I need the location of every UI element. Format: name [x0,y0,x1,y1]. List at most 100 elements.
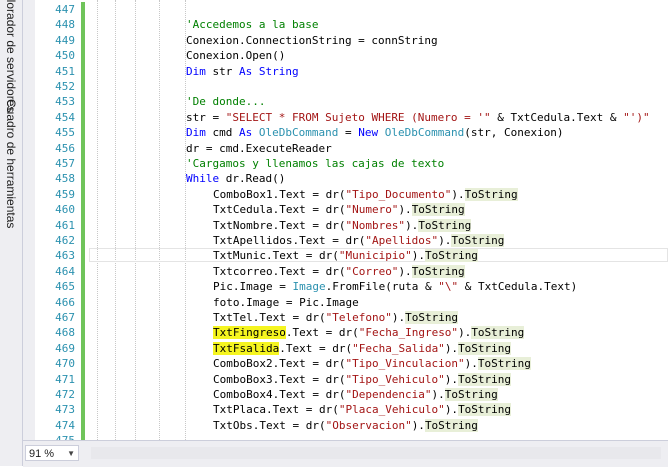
code-line[interactable]: 456 dr = cmd.ExecuteReader [35,140,668,156]
code-token: "Apellidos" [365,234,439,247]
zoom-dropdown[interactable]: 91 % ▼ [25,445,79,461]
line-number: 472 [55,388,75,401]
code-token: 'Cargamos y llenamos las cajas de texto [186,157,445,170]
code-text: 'De donde... [186,94,265,109]
code-line[interactable]: 474 TxtObs.Text = dr("Observacion").ToStr… [35,417,668,434]
code-line[interactable]: 454 str = "SELECT * FROM Sujeto WHERE (Nu… [35,109,668,126]
code-line[interactable]: 451 Dim str As String [35,63,668,79]
line-number: 470 [55,357,75,371]
line-number: 466 [55,295,75,309]
code-line[interactable]: 452 [35,79,668,95]
change-marker [81,387,85,403]
code-token: ). [398,264,412,278]
code-token: TxtObs.Text = dr( [213,418,326,432]
code-line[interactable]: 466 foto.Image = Pic.Image [35,294,668,310]
code-token: "Placa_Vehiculo" [338,403,445,417]
code-token: 'Accedemos a la base [186,18,319,32]
line-number: 457 [55,157,75,170]
code-text: TxtFingreso.Text = dr("Fecha_Ingreso").T… [213,325,525,340]
code-line[interactable]: 464 Txtcorreo.Text = dr("Correo").ToStrin… [35,263,668,280]
code-line[interactable]: 459 ComboBox1.Text = dr("Tipo_Documento")… [35,186,668,203]
code-token: (str, Conexion) [464,126,564,140]
code-line[interactable]: 463 TxtMunic.Text = dr("Municipio").ToStr… [35,248,668,264]
change-marker [81,63,85,79]
code-line[interactable]: 449 Conexion.ConnectionString = connStrin… [35,32,668,49]
code-token: "Observacion" [325,418,412,432]
code-token: ToString [458,403,512,417]
code-line[interactable]: 458 While dr.Read() [35,171,668,187]
server-explorer-tab[interactable]: Explorador de servidores [0,0,22,113]
change-marker [81,171,85,187]
line-number: 453 [55,95,75,109]
code-line[interactable]: 448 'Accedemos a la base [35,17,668,33]
code-line[interactable]: 467 TxtTel.Text = dr("Telefono").ToString [35,310,668,326]
code-line[interactable]: 472 ComboBox4.Text = dr("Dependencia").To… [35,387,668,403]
code-line[interactable]: 450 Conexion.Open() [35,48,668,64]
code-line[interactable]: 455 Dim cmd As OleDbCommand = New OleDbCo… [35,125,668,141]
line-number: 450 [55,49,75,63]
change-marker [81,294,85,310]
code-line[interactable]: 453 'De donde... [35,94,668,110]
code-token: ). [444,403,459,417]
code-token: ). [405,218,419,232]
code-token: .FromFile(ruta & [325,280,439,294]
change-marker [81,32,85,49]
code-line[interactable]: 469 TxtFsalida.Text = dr("Fecha_Salida").… [35,340,668,357]
code-token: ToString [464,187,518,201]
code-line[interactable]: 460 TxtCedula.Text = dr("Numero").ToStrin… [35,202,668,218]
change-marker [81,79,85,95]
code-token: "Numero" [345,203,399,217]
code-token: Image [292,280,326,294]
change-marker [81,202,85,218]
code-token: ToString [405,311,459,324]
code-token: "Municipio" [338,249,412,263]
code-token: ). [438,234,452,247]
code-token: ToString [418,218,472,232]
code-token: TxtFsalida [213,341,280,355]
code-line[interactable]: 468 TxtFingreso.Text = dr("Fecha_Ingreso"… [35,325,668,341]
change-marker [81,140,85,156]
code-token: str [205,64,239,78]
code-token: ). [444,341,459,355]
editor-status-bar: 91 % ▼ [23,440,668,467]
code-token: foto.Image = Pic.Image [213,295,359,309]
change-marker [81,17,85,33]
change-marker [81,125,85,141]
code-token: ToString [424,249,478,263]
change-marker [81,325,85,341]
code-line[interactable]: 471 ComboBox3.Text = dr("Tipo_Vehiculo").… [35,371,668,387]
horizontal-scrollbar[interactable] [91,447,661,459]
code-line[interactable]: 475 [35,433,668,440]
change-marker [81,402,85,418]
code-line[interactable]: 447 [35,2,668,18]
code-token: TxtCedula.Text = dr( [213,203,346,217]
change-marker [81,109,85,126]
code-line[interactable]: 470 ComboBox2.Text = dr("Tipo_Vinculacion… [35,356,668,372]
server-explorer-tab-label: Explorador de servidores [4,0,18,113]
code-text: TxtObs.Text = dr("Observacion").ToString [213,418,478,433]
code-line[interactable]: 473 TxtPlaca.Text = dr("Placa_Vehiculo").… [35,402,668,418]
code-token: ToString [424,418,478,432]
change-marker [81,371,85,387]
code-line[interactable]: 465 Pic.Image = Image.FromFile(ruta & "\"… [35,279,668,295]
line-number: 467 [55,311,75,324]
code-line[interactable]: 461 TxtNombre.Text = dr("Nombres").ToStri… [35,217,668,233]
code-token: TxtFingreso [213,326,286,340]
code-text: ComboBox2.Text = dr("Tipo_Vinculacion").… [213,356,531,371]
code-text: Dim cmd As OleDbCommand = New OleDbComma… [186,125,564,140]
change-marker [81,94,85,110]
code-editor[interactable]: 447 448 'Accedemos a la base 449 Conexion.Co… [35,0,668,440]
code-token: & TxtCedula.Text & [490,110,624,124]
code-line[interactable]: 462 TxtApellidos.Text = dr("Apellidos").T… [35,233,668,249]
code-token: ToString [411,264,465,278]
code-token: "Tipo_Vehiculo" [345,372,445,386]
toolbox-tab[interactable]: Cuadro de herramientas [0,99,22,228]
code-token: ). [444,372,459,386]
code-token: & TxtCedula.Text) [458,280,578,294]
code-token: "SELECT * FROM Sujeto WHERE (Numero = '" [225,110,491,124]
code-token: ). [431,388,445,401]
change-marker [81,48,85,64]
code-line[interactable]: 457 'Cargamos y llenamos las cajas de tex… [35,156,668,172]
